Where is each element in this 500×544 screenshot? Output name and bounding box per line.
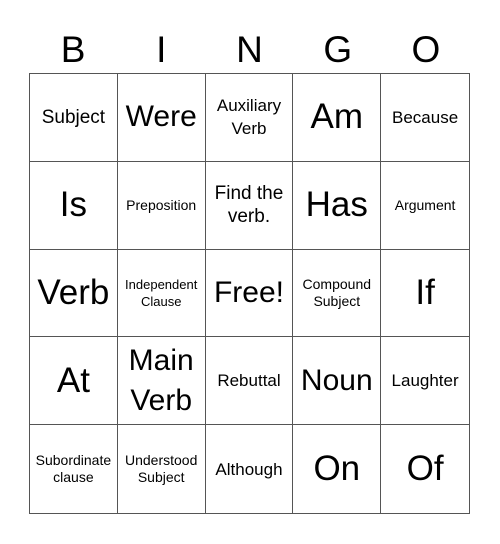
bingo-header: B I N G O [29, 30, 470, 70]
bingo-cell[interactable]: Am [293, 74, 382, 162]
header-letter-o: O [411, 29, 441, 70]
bingo-cell[interactable]: Noun [293, 337, 382, 426]
bingo-cell[interactable]: Find the verb. [205, 161, 294, 250]
bingo-cell[interactable]: Rebuttal [205, 337, 294, 426]
bingo-cell[interactable]: Subordinate clause [30, 425, 118, 513]
bingo-cell[interactable]: Subject [30, 74, 118, 162]
bingo-cell[interactable]: Has [293, 161, 382, 250]
header-letter-g: G [323, 29, 353, 70]
bingo-grid: Subject Were Auxiliary Verb Am Because Is Prep… [29, 73, 470, 514]
bingo-cell[interactable]: Main Verb [117, 337, 206, 426]
bingo-cell[interactable]: If [381, 250, 469, 338]
bingo-cell[interactable]: At [30, 337, 118, 426]
bingo-cell[interactable]: On [293, 425, 382, 513]
header-letter-b: B [60, 29, 86, 70]
bingo-cell[interactable]: Because [381, 74, 469, 162]
bingo-cell[interactable]: Compound Subject [293, 249, 382, 338]
bingo-cell[interactable]: Understood Subject [118, 425, 206, 513]
header-letter-i: I [156, 29, 167, 70]
bingo-cell[interactable]: Were [117, 74, 206, 162]
bingo-cell[interactable]: Verb [30, 249, 118, 338]
bingo-cell[interactable]: Auxiliary Verb [205, 74, 294, 162]
bingo-cell[interactable]: Is [30, 161, 118, 250]
bingo-cell[interactable]: Although [206, 425, 294, 513]
bingo-cell[interactable]: Preposition [117, 161, 206, 250]
free-space-cell[interactable]: Free! [205, 249, 294, 338]
header-letter-n: N [236, 29, 263, 70]
bingo-cell[interactable]: Laughter [381, 337, 469, 426]
bingo-cell[interactable]: Of [381, 425, 469, 513]
bingo-cell[interactable]: Argument [381, 162, 469, 250]
bingo-cell[interactable]: Independent Clause [117, 249, 206, 338]
